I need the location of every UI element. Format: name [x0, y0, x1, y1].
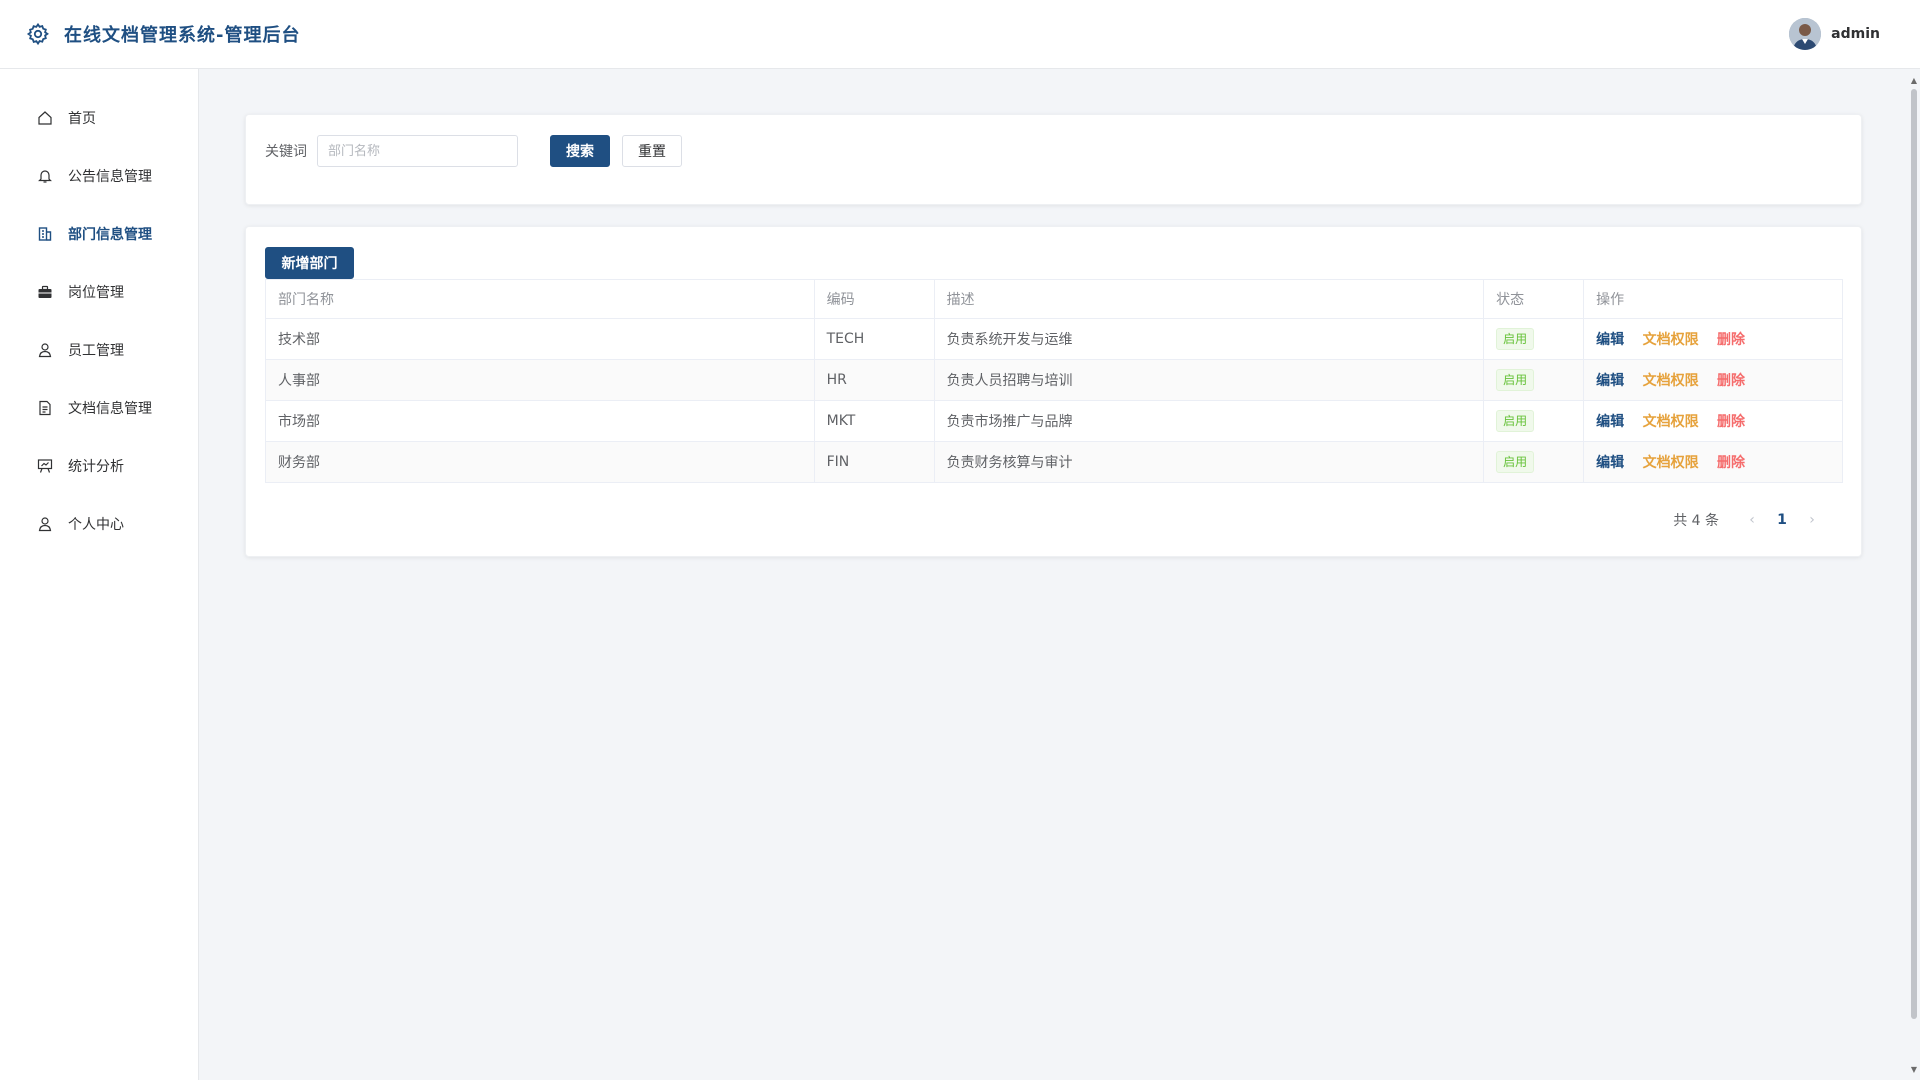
- department-description: 负责人员招聘与培训: [933, 359, 1485, 401]
- home-icon: [36, 109, 54, 127]
- add-department-button[interactable]: 新增部门: [265, 247, 354, 279]
- sidebar-item-label: 员工管理: [68, 343, 124, 359]
- reset-button[interactable]: 重置: [622, 135, 682, 167]
- chart-board-icon: [36, 457, 54, 475]
- sidebar-item-home[interactable]: 首页: [0, 89, 198, 147]
- document-permission-link[interactable]: 文档权限: [1643, 455, 1699, 471]
- search-button[interactable]: 搜索: [550, 135, 610, 167]
- department-description: 负责财务核算与审计: [933, 441, 1485, 483]
- status-badge: 启用: [1496, 410, 1535, 432]
- edit-link[interactable]: 编辑: [1596, 373, 1624, 389]
- department-description: 负责系统开发与运维: [933, 318, 1485, 360]
- edit-link[interactable]: 编辑: [1596, 455, 1624, 471]
- table-row: 技术部 TECH 负责系统开发与运维 启用 编辑 文档权限 删除: [265, 318, 1843, 360]
- document-permission-link[interactable]: 文档权限: [1643, 414, 1699, 430]
- user-menu[interactable]: admin: [1789, 18, 1880, 50]
- column-header-description: 描述: [933, 279, 1485, 319]
- table-row: 财务部 FIN 负责财务核算与审计 启用 编辑 文档权限 删除: [265, 441, 1843, 483]
- sidebar-item-departments[interactable]: 部门信息管理: [0, 205, 198, 263]
- search-input[interactable]: [317, 135, 518, 167]
- department-description: 负责市场推广与品牌: [933, 400, 1485, 442]
- department-code: FIN: [813, 441, 935, 483]
- sidebar-item-announcements[interactable]: 公告信息管理: [0, 147, 198, 205]
- document-permission-link[interactable]: 文档权限: [1643, 373, 1699, 389]
- column-header-actions: 操作: [1583, 279, 1843, 319]
- scrollbar-area: ▲ ▼: [1886, 69, 1920, 1080]
- sidebar-menu: 首页 公告信息管理 部门信息管理 岗位管理 员工管理 文档信息管理 统计分析 个…: [0, 69, 198, 553]
- top-header: 在线文档管理系统-管理后台 admin: [0, 0, 1920, 69]
- pagination: 共 4 条 ‹ 1 ›: [1673, 510, 1827, 530]
- user-icon: [36, 341, 54, 359]
- department-name: 技术部: [265, 318, 815, 360]
- edit-link[interactable]: 编辑: [1596, 332, 1624, 348]
- main-content: 关键词 搜索 重置 新增部门 部门名称 编码 描述 状态 操作: [200, 69, 1886, 1080]
- pagination-total: 共 4 条: [1673, 513, 1719, 529]
- delete-link[interactable]: 删除: [1717, 455, 1745, 471]
- sidebar-item-positions[interactable]: 岗位管理: [0, 263, 198, 321]
- vertical-scrollbar[interactable]: ▲ ▼: [1910, 77, 1918, 1074]
- sidebar-item-profile[interactable]: 个人中心: [0, 495, 198, 553]
- app-title: 在线文档管理系统-管理后台: [64, 25, 301, 46]
- column-header-name: 部门名称: [265, 279, 815, 319]
- bell-icon: [36, 167, 54, 185]
- column-header-status: 状态: [1483, 279, 1585, 319]
- department-name: 财务部: [265, 441, 815, 483]
- department-name: 人事部: [265, 359, 815, 401]
- page-number-1[interactable]: 1: [1767, 512, 1797, 528]
- sidebar-item-label: 统计分析: [68, 459, 124, 475]
- column-header-code: 编码: [813, 279, 935, 319]
- department-code: TECH: [813, 318, 935, 360]
- sidebar-item-label: 岗位管理: [68, 285, 124, 301]
- table-row: 人事部 HR 负责人员招聘与培训 启用 编辑 文档权限 删除: [265, 359, 1843, 401]
- sidebar-item-label: 公告信息管理: [68, 169, 152, 185]
- department-table: 部门名称 编码 描述 状态 操作 技术部 TECH 负责系统开发与运维 启用 编…: [265, 279, 1843, 483]
- scrollbar-thumb[interactable]: [1911, 89, 1917, 1019]
- sidebar-item-label: 部门信息管理: [68, 227, 152, 243]
- table-header-row: 部门名称 编码 描述 状态 操作: [265, 279, 1843, 319]
- sidebar-item-documents[interactable]: 文档信息管理: [0, 379, 198, 437]
- search-form: 关键词 搜索 重置: [265, 135, 682, 167]
- scroll-up-arrow-icon[interactable]: ▲: [1910, 77, 1918, 85]
- sidebar-item-statistics[interactable]: 统计分析: [0, 437, 198, 495]
- status-badge: 启用: [1496, 451, 1535, 473]
- user-icon: [36, 515, 54, 533]
- sidebar-item-label: 个人中心: [68, 517, 124, 533]
- gear-icon: [24, 20, 52, 48]
- building-icon: [36, 225, 54, 243]
- document-icon: [36, 399, 54, 417]
- delete-link[interactable]: 删除: [1717, 332, 1745, 348]
- department-code: MKT: [813, 400, 935, 442]
- department-code: HR: [813, 359, 935, 401]
- table-row: 市场部 MKT 负责市场推广与品牌 启用 编辑 文档权限 删除: [265, 400, 1843, 442]
- next-page-button[interactable]: ›: [1797, 512, 1827, 528]
- status-badge: 启用: [1496, 369, 1535, 391]
- document-permission-link[interactable]: 文档权限: [1643, 332, 1699, 348]
- sidebar-item-label: 首页: [68, 111, 96, 127]
- delete-link[interactable]: 删除: [1717, 373, 1745, 389]
- scroll-down-arrow-icon[interactable]: ▼: [1910, 1066, 1918, 1074]
- department-name: 市场部: [265, 400, 815, 442]
- edit-link[interactable]: 编辑: [1596, 414, 1624, 430]
- sidebar-item-employees[interactable]: 员工管理: [0, 321, 198, 379]
- avatar[interactable]: [1789, 18, 1822, 50]
- department-table-panel: 新增部门 部门名称 编码 描述 状态 操作 技术部 TECH 负责系统开发与运维…: [245, 226, 1862, 557]
- sidebar-item-label: 文档信息管理: [68, 401, 152, 417]
- prev-page-button[interactable]: ‹: [1737, 512, 1767, 528]
- search-panel: 关键词 搜索 重置: [245, 114, 1862, 205]
- delete-link[interactable]: 删除: [1717, 414, 1745, 430]
- status-badge: 启用: [1496, 328, 1535, 350]
- keyword-label: 关键词: [265, 144, 307, 160]
- briefcase-icon: [36, 283, 54, 301]
- sidebar: 首页 公告信息管理 部门信息管理 岗位管理 员工管理 文档信息管理 统计分析 个…: [0, 69, 199, 1080]
- username[interactable]: admin: [1831, 26, 1880, 42]
